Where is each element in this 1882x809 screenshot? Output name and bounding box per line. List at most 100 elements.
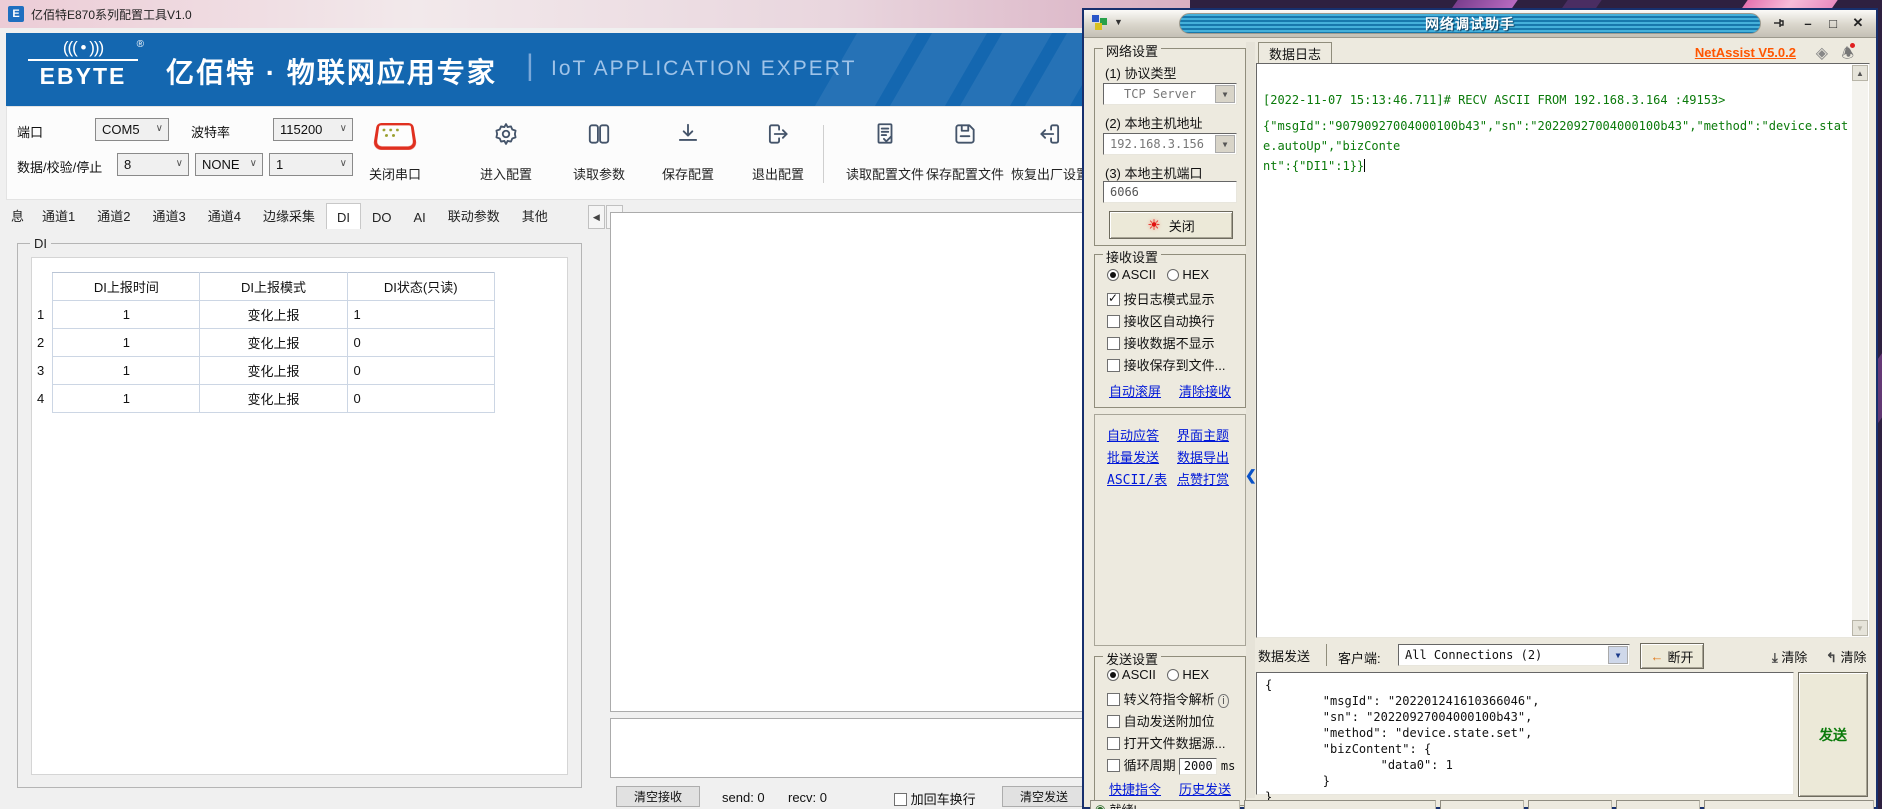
cell-report-mode[interactable]: 变化上报: [200, 357, 347, 385]
close-icon[interactable]: ✕: [1848, 14, 1868, 32]
tab-channel1[interactable]: 通道1: [31, 201, 86, 229]
quick-command-link[interactable]: 快捷指令: [1109, 779, 1161, 798]
pin-icon[interactable]: [1768, 14, 1788, 32]
checkbox-icon[interactable]: [1107, 315, 1120, 328]
save-to-file-option[interactable]: 接收保存到文件...: [1107, 355, 1225, 374]
stopbits-select[interactable]: 1 ∨: [269, 153, 353, 176]
baud-select[interactable]: 115200 ∨: [273, 118, 353, 141]
close-serial-button[interactable]: 关闭串口: [353, 121, 437, 183]
checkbox-icon[interactable]: [1107, 715, 1120, 728]
parity-select[interactable]: NONE ∨: [195, 153, 263, 176]
read-params-button[interactable]: 读取参数: [557, 121, 641, 183]
data-log-area[interactable]: [2022-11-07 15:13:46.711]# RECV ASCII FR…: [1256, 63, 1870, 638]
send-ascii-radio[interactable]: ASCII HEX: [1107, 667, 1209, 682]
recv-ascii-radio[interactable]: ASCII HEX: [1107, 267, 1209, 282]
auto-scroll-link[interactable]: 自动滚屏: [1109, 381, 1161, 400]
host-port-input[interactable]: 6066: [1103, 181, 1237, 203]
clear-receive-button[interactable]: ⤓ 清除: [1772, 647, 1807, 666]
read-config-file-button[interactable]: 读取配置文件: [840, 121, 930, 183]
cell-report-time[interactable]: 1: [53, 301, 200, 329]
system-menu-icon[interactable]: [1092, 15, 1108, 31]
theme-link[interactable]: 界面主题: [1177, 425, 1229, 444]
send-button[interactable]: 发送: [1798, 672, 1868, 797]
checkbox-icon[interactable]: [1107, 293, 1120, 306]
netassist-version-link[interactable]: NetAssist V5.0.2: [1695, 45, 1796, 60]
tab-channel4[interactable]: 通道4: [197, 201, 252, 229]
file-source-option[interactable]: 打开文件数据源...: [1107, 733, 1225, 752]
clear-send-button[interactable]: ↰ 清除: [1826, 647, 1867, 666]
ascii-table-link[interactable]: ASCII/表: [1107, 469, 1167, 488]
radio-icon[interactable]: [1167, 269, 1179, 281]
radio-icon[interactable]: [1167, 669, 1179, 681]
exit-config-button[interactable]: 退出配置: [736, 121, 820, 183]
cell-report-mode[interactable]: 变化上报: [200, 329, 347, 357]
checkbox-icon[interactable]: [1107, 337, 1120, 350]
data-export-link[interactable]: 数据导出: [1177, 447, 1229, 466]
netassist-titlebar[interactable]: ▼ 网络调试助手 – □ ✕: [1084, 10, 1876, 38]
close-connection-button[interactable]: ☀ 关闭: [1109, 211, 1233, 239]
append-newline-option[interactable]: 加回车换行: [894, 789, 976, 808]
clear-receive-link[interactable]: 清除接收: [1179, 381, 1231, 400]
table-row[interactable]: 1 1 变化上报 1: [35, 301, 495, 329]
protocol-select[interactable]: TCP Server ▼: [1103, 83, 1237, 105]
checkbox-icon[interactable]: [894, 793, 907, 806]
donate-link[interactable]: 点赞打赏: [1177, 469, 1229, 488]
log-mode-option[interactable]: 按日志模式显示: [1107, 289, 1215, 308]
tab-channel3[interactable]: 通道3: [141, 201, 196, 229]
cycle-period-option[interactable]: 循环周期 2000 ms: [1107, 755, 1235, 775]
tab-other[interactable]: 其他: [511, 201, 559, 229]
batch-send-link[interactable]: 批量发送: [1107, 447, 1159, 466]
send-text-area[interactable]: { "msgId": "202201241610366046", "sn": "…: [1256, 672, 1794, 795]
port-select[interactable]: COM5 ∨: [95, 118, 169, 141]
databits-select[interactable]: 8 ∨: [117, 153, 189, 176]
clear-receive-button[interactable]: 清空接收: [616, 786, 700, 807]
diamond-icon[interactable]: ◈: [1816, 43, 1828, 63]
tab-linkage[interactable]: 联动参数: [437, 201, 511, 229]
clear-send-button[interactable]: 清空发送: [1002, 786, 1086, 807]
hide-data-option[interactable]: 接收数据不显示: [1107, 333, 1215, 352]
cell-report-mode[interactable]: 变化上报: [200, 385, 347, 413]
table-row[interactable]: 2 1 变化上报 0: [35, 329, 495, 357]
radio-icon[interactable]: [1107, 669, 1119, 681]
auto-reply-link[interactable]: 自动应答: [1107, 425, 1159, 444]
tab-do[interactable]: DO: [361, 205, 403, 229]
checkbox-icon[interactable]: [1107, 359, 1120, 372]
collapse-arrow-icon[interactable]: ❮: [1245, 467, 1257, 484]
cell-report-time[interactable]: 1: [53, 385, 200, 413]
data-send-tab[interactable]: 数据发送: [1258, 646, 1310, 665]
panel-splitter[interactable]: ❮: [1246, 42, 1255, 798]
window-titlebar[interactable]: E 亿佰特E870系列配置工具V1.0: [0, 0, 1190, 28]
checkbox-icon[interactable]: [1107, 737, 1120, 750]
scroll-up-icon[interactable]: ▲: [1852, 65, 1868, 81]
disconnect-button[interactable]: ← 断开: [1640, 643, 1704, 669]
cycle-period-input[interactable]: 2000: [1179, 758, 1217, 775]
tab-di[interactable]: DI: [326, 203, 361, 229]
auto-append-option[interactable]: 自动发送附加位: [1107, 711, 1215, 730]
maximize-icon[interactable]: □: [1823, 14, 1843, 32]
data-log-tab[interactable]: 数据日志: [1258, 42, 1332, 64]
info-icon[interactable]: i: [1218, 694, 1228, 708]
table-row[interactable]: 4 1 变化上报 0: [35, 385, 495, 413]
tab-channel2[interactable]: 通道2: [86, 201, 141, 229]
host-select[interactable]: 192.168.3.156 ▼: [1103, 133, 1237, 155]
escape-parse-option[interactable]: 转义符指令解析 i: [1107, 689, 1229, 708]
checkbox-icon[interactable]: [1107, 693, 1120, 706]
scroll-down-icon[interactable]: ▼: [1852, 620, 1868, 636]
tab-ai[interactable]: AI: [402, 205, 436, 229]
tab-edge-collect[interactable]: 边缘采集: [252, 201, 326, 229]
tab-info[interactable]: 息: [6, 201, 31, 229]
cell-report-time[interactable]: 1: [53, 329, 200, 357]
history-send-link[interactable]: 历史发送: [1179, 779, 1231, 798]
save-config-button[interactable]: 保存配置: [646, 121, 730, 183]
radio-icon[interactable]: [1107, 269, 1119, 281]
client-select[interactable]: All Connections (2) ▼: [1398, 644, 1630, 666]
log-scrollbar[interactable]: ▲ ▼: [1852, 65, 1868, 636]
auto-wrap-option[interactable]: 接收区自动换行: [1107, 311, 1215, 330]
chevron-down-icon[interactable]: ▼: [1114, 17, 1123, 27]
tab-scroll-left-icon[interactable]: ◀: [588, 205, 605, 229]
minimize-icon[interactable]: –: [1798, 14, 1818, 32]
checkbox-icon[interactable]: [1107, 759, 1120, 772]
table-row[interactable]: 3 1 变化上报 0: [35, 357, 495, 385]
cell-report-mode[interactable]: 变化上报: [200, 301, 347, 329]
enter-config-button[interactable]: 进入配置: [464, 121, 548, 183]
